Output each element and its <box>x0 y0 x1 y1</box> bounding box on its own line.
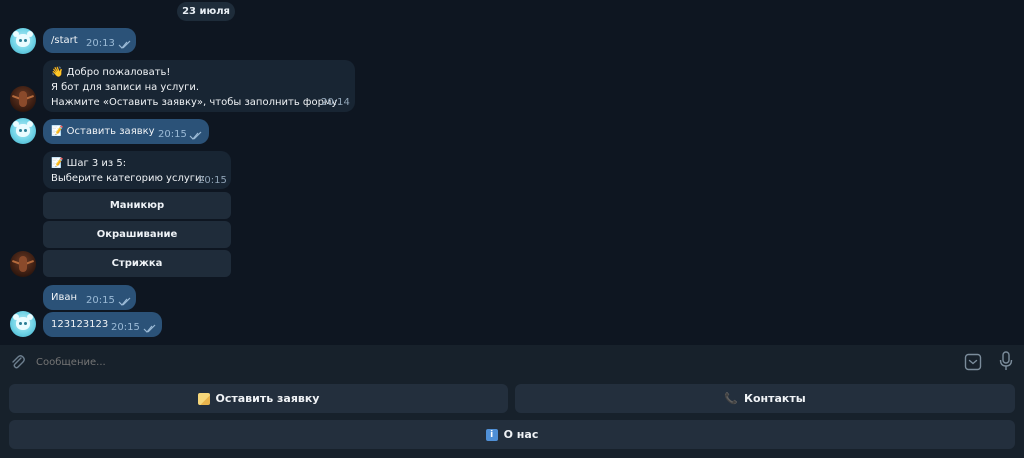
keyboard-button-leave-request[interactable]: Оставить заявку <box>9 384 508 413</box>
message-time: 20:15 <box>86 295 115 306</box>
inline-button-coloring[interactable]: Окрашивание <box>43 221 231 248</box>
message-line: 👋 Добро пожаловать! <box>51 67 171 78</box>
inline-button-label: Окрашивание <box>96 229 178 240</box>
bot-avatar[interactable] <box>10 251 36 277</box>
date-separator: 23 июля <box>177 2 235 21</box>
info-icon: i <box>485 428 498 441</box>
keyboard-button-contacts[interactable]: 📞 Контакты <box>515 384 1015 413</box>
chat-area[interactable]: 23 июля /start 20:13 👋 Добро пожаловать!… <box>0 0 1024 345</box>
keyboard-toggle-icon[interactable] <box>964 353 982 371</box>
message-bubble-phone[interactable]: 123123123 20:15 <box>43 312 162 337</box>
inline-button-label: Маникюр <box>109 200 165 211</box>
message-time: 20:14 <box>321 97 350 108</box>
read-checkmarks-icon <box>143 324 156 333</box>
keyboard-button-about[interactable]: i О нас <box>9 420 1015 449</box>
message-time: 20:15 <box>198 175 227 186</box>
read-checkmarks-icon <box>189 131 202 140</box>
user-avatar[interactable] <box>10 28 36 54</box>
bot-avatar[interactable] <box>10 86 36 112</box>
message-line: 📝 Шаг 3 из 5: <box>51 158 127 169</box>
inline-button-manicure[interactable]: Маникюр <box>43 192 231 219</box>
message-bubble-start[interactable]: /start 20:13 <box>43 28 136 53</box>
avatar-face <box>16 34 30 47</box>
message-line: Я бот для записи на услуги. <box>51 82 200 93</box>
inline-button-label: Стрижка <box>111 258 163 269</box>
user-avatar[interactable] <box>10 118 36 144</box>
keyboard-button-label: Контакты <box>743 392 806 405</box>
message-bubble-step[interactable]: 📝 Шаг 3 из 5: Выберите категорию услуги:… <box>43 151 231 189</box>
message-bubble-welcome[interactable]: 👋 Добро пожаловать! Я бот для записи на … <box>43 60 355 112</box>
avatar-face <box>16 124 30 137</box>
read-checkmarks-icon <box>118 297 131 306</box>
user-avatar[interactable] <box>10 311 36 337</box>
message-time: 20:15 <box>111 322 140 333</box>
read-checkmarks-icon <box>118 40 131 49</box>
message-input[interactable] <box>36 351 936 373</box>
microphone-icon[interactable] <box>999 351 1013 371</box>
memo-icon <box>197 392 210 405</box>
date-label: 23 июля <box>182 6 230 17</box>
paperclip-icon[interactable] <box>10 354 26 371</box>
message-bubble-leave-request[interactable]: 📝 Оставить заявку 20:15 <box>43 119 209 144</box>
phone-icon: 📞 <box>724 392 738 405</box>
composer-panel: Оставить заявку 📞 Контакты i О нас <box>0 345 1024 458</box>
keyboard-button-label: Оставить заявку <box>215 392 320 405</box>
message-time: 20:13 <box>86 38 115 49</box>
message-input-row <box>0 345 1024 380</box>
message-time: 20:15 <box>158 129 187 140</box>
keyboard-button-label: О нас <box>503 428 539 441</box>
message-bubble-name[interactable]: Иван 20:15 <box>43 285 136 310</box>
inline-button-haircut[interactable]: Стрижка <box>43 250 231 277</box>
avatar-face <box>16 317 30 330</box>
message-line: Нажмите «Оставить заявку», чтобы заполни… <box>51 97 341 108</box>
